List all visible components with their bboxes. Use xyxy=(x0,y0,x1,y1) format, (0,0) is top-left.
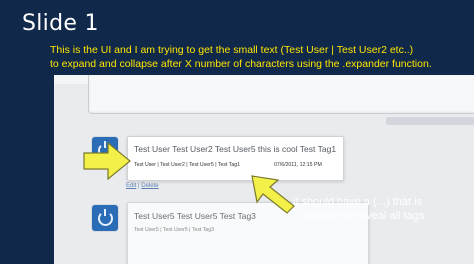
post-tags: Test User | Test User2 | Test User5 | Te… xyxy=(134,162,241,168)
post-date: 07/6/2011, 12:15 PM xyxy=(274,162,322,168)
post-input-box[interactable] xyxy=(88,75,474,114)
user-avatar xyxy=(92,205,118,231)
slide-title: Slide 1 xyxy=(22,11,99,36)
post-tags: Test User5 | Test User5 | Test Tag3 xyxy=(134,227,214,233)
subtitle-line-2: to expand and collapse after X number of… xyxy=(50,58,432,70)
edit-link[interactable]: Edit xyxy=(126,183,136,189)
annotation-line-1: it should have a (...) that is xyxy=(293,196,423,208)
subtitle-line-1: This is the UI and I am trying to get th… xyxy=(50,44,414,56)
right-arrow-icon xyxy=(83,141,131,181)
action-separator: | xyxy=(138,183,140,189)
annotation-line-2: clickable to reveal all tags. xyxy=(299,210,428,222)
annotation-note: it should have a (...) that is clickable… xyxy=(293,195,453,223)
post-title: Test User Test User2 Test User5 this is … xyxy=(134,144,337,154)
delete-link[interactable]: Delete xyxy=(141,183,158,189)
post-button[interactable] xyxy=(386,117,474,125)
up-left-arrow-icon xyxy=(251,175,295,214)
post-actions: Edit | Delete xyxy=(126,183,159,189)
post-card: Test User Test User2 Test User5 this is … xyxy=(127,136,344,181)
post-title: Test User5 Test User5 Test Tag3 xyxy=(134,211,256,221)
